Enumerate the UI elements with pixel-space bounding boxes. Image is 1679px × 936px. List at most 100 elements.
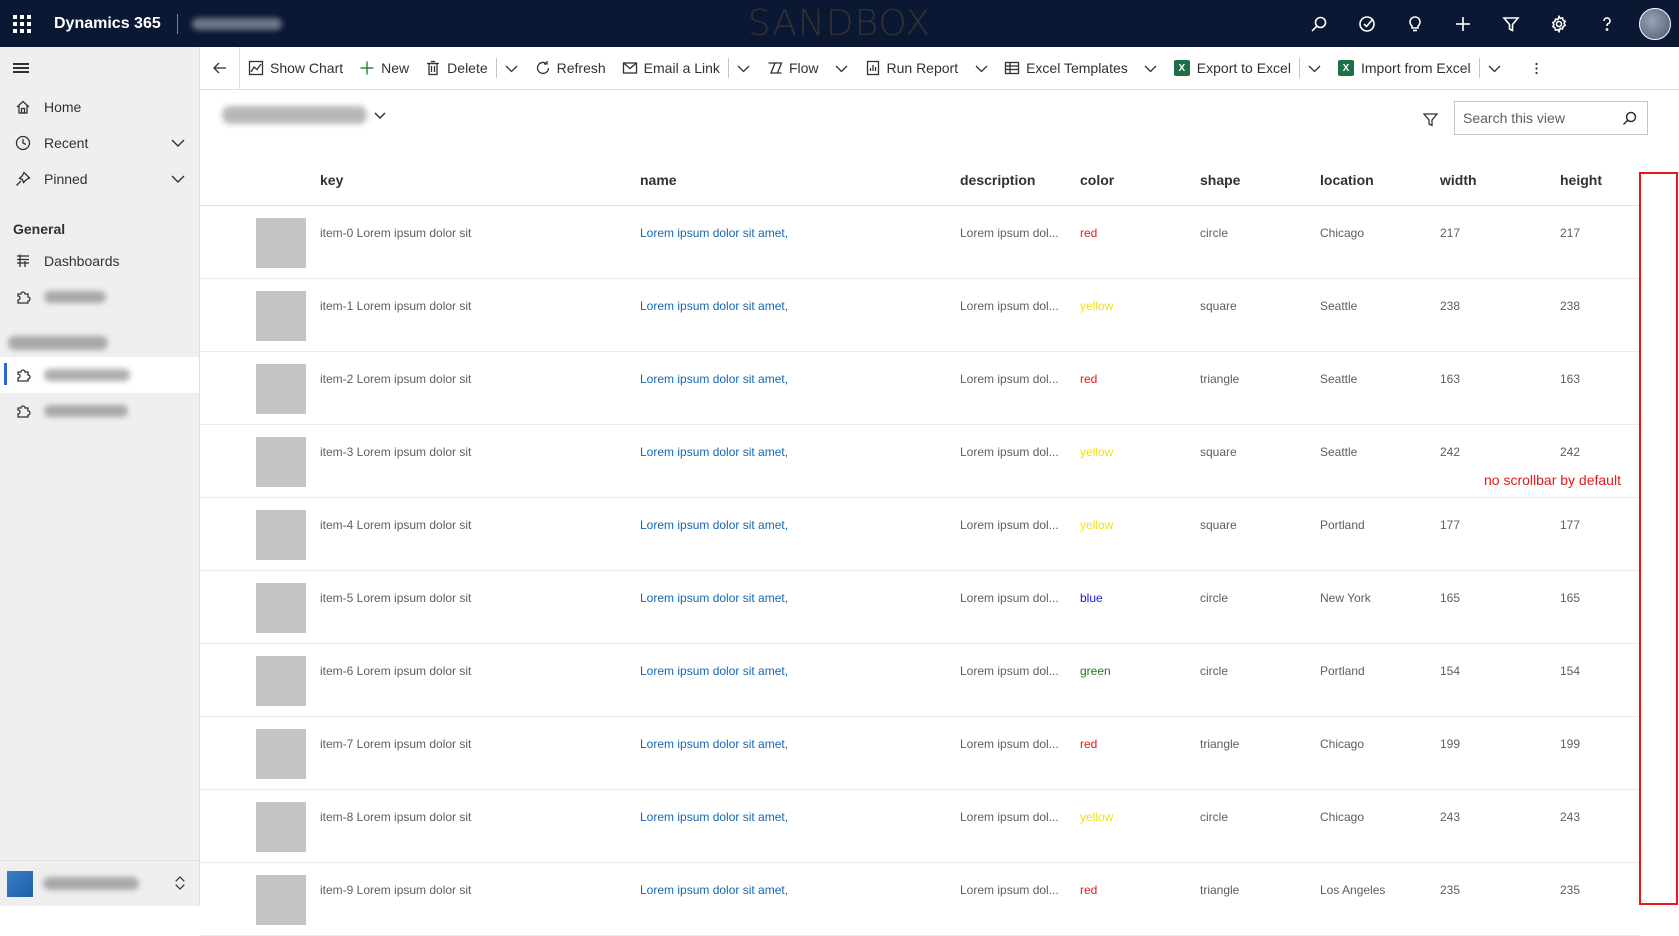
table-row[interactable]: item-0 Lorem ipsum dolor sit Lorem ipsum …	[200, 206, 1640, 279]
plus-icon[interactable]	[1439, 0, 1487, 47]
annotation-text: no scrollbar by default	[1484, 472, 1621, 488]
sidebar-item-home[interactable]: Home	[0, 89, 199, 125]
cell-description: Lorem ipsum dol...	[960, 737, 1059, 751]
chevron-down-icon	[374, 112, 386, 120]
thumbnail-image	[256, 364, 306, 414]
table-row[interactable]: item-6 Lorem ipsum dolor sit Lorem ipsum …	[200, 644, 1640, 717]
refresh-button[interactable]: Refresh	[527, 47, 614, 90]
report-icon	[866, 60, 879, 76]
record-link[interactable]: Lorem ipsum dolor sit amet,	[640, 299, 788, 313]
cell-shape: square	[1200, 445, 1237, 459]
export-excel-dropdown[interactable]	[1300, 47, 1330, 90]
table-row[interactable]: item-3 Lorem ipsum dolor sit Lorem ipsum …	[200, 425, 1640, 498]
area-switcher[interactable]	[0, 860, 200, 906]
table-row[interactable]: item-8 Lorem ipsum dolor sit Lorem ipsum …	[200, 790, 1640, 863]
help-icon[interactable]	[1583, 0, 1631, 47]
app-launcher-button[interactable]	[0, 0, 44, 47]
import-excel-label: Import from Excel	[1360, 60, 1471, 76]
cell-shape: square	[1200, 518, 1237, 532]
table-row[interactable]: item-9 Lorem ipsum dolor sit Lorem ipsum …	[200, 863, 1640, 936]
delete-more-dropdown[interactable]	[497, 47, 527, 90]
record-link[interactable]: Lorem ipsum dolor sit amet,	[640, 664, 788, 678]
email-link-button[interactable]: Email a Link	[614, 47, 728, 90]
record-link[interactable]: Lorem ipsum dolor sit amet,	[640, 372, 788, 386]
cell-width: 163	[1440, 372, 1461, 386]
sidebar-item-redacted-2[interactable]	[0, 393, 199, 429]
cell-width: 243	[1440, 810, 1461, 824]
search-input[interactable]	[1463, 110, 1613, 126]
puzzle-icon	[14, 402, 32, 420]
refresh-label: Refresh	[556, 60, 606, 76]
record-link[interactable]: Lorem ipsum dolor sit amet,	[640, 810, 788, 824]
brand-title[interactable]: Dynamics 365	[44, 13, 178, 34]
column-header-width[interactable]: width	[1440, 146, 1560, 205]
chevron-updown-icon	[174, 875, 186, 896]
chevron-down-icon[interactable]	[171, 136, 185, 150]
gear-icon[interactable]	[1535, 0, 1583, 47]
table-row[interactable]: item-2 Lorem ipsum dolor sit Lorem ipsum …	[200, 352, 1640, 425]
lightbulb-icon[interactable]	[1391, 0, 1439, 47]
column-header-name[interactable]: name	[640, 146, 960, 205]
grid-header: key name description color shape locatio…	[200, 146, 1640, 206]
column-header-color[interactable]: color	[1080, 146, 1200, 205]
email-link-label: Email a Link	[643, 60, 720, 76]
search-icon[interactable]	[1295, 0, 1343, 47]
record-link[interactable]: Lorem ipsum dolor sit amet,	[640, 883, 788, 897]
cell-name: Lorem ipsum dolor sit amet,	[640, 206, 960, 278]
delete-button[interactable]: Delete	[417, 47, 495, 90]
view-selector[interactable]	[222, 106, 387, 124]
search-view-box[interactable]	[1454, 101, 1648, 135]
cell-height: 165	[1560, 591, 1581, 605]
import-excel-button[interactable]: X Import from Excel	[1330, 47, 1479, 90]
email-more-dropdown[interactable]	[729, 47, 759, 90]
cell-name: Lorem ipsum dolor sit amet,	[640, 498, 960, 570]
filter-button[interactable]	[1418, 107, 1442, 131]
sidebar-item-redacted-selected[interactable]	[0, 357, 199, 393]
cell-height: 177	[1560, 518, 1581, 532]
flow-dropdown[interactable]	[827, 47, 857, 90]
record-link[interactable]: Lorem ipsum dolor sit amet,	[640, 226, 788, 240]
import-excel-dropdown[interactable]	[1480, 47, 1510, 90]
table-row[interactable]: item-5 Lorem ipsum dolor sit Lorem ipsum …	[200, 571, 1640, 644]
hamburger-menu-button[interactable]	[0, 47, 199, 89]
export-excel-button[interactable]: X Export to Excel	[1166, 47, 1299, 90]
run-report-button[interactable]: Run Report	[857, 47, 967, 90]
column-header-description[interactable]: description	[960, 146, 1080, 205]
new-button[interactable]: New	[351, 47, 417, 90]
back-button[interactable]	[200, 46, 240, 90]
cell-width: 165	[1440, 591, 1461, 605]
column-header-location[interactable]: location	[1320, 146, 1440, 205]
column-header-height[interactable]: height	[1560, 146, 1640, 205]
cell-name: Lorem ipsum dolor sit amet,	[640, 352, 960, 424]
column-header-key[interactable]: key	[320, 146, 640, 205]
run-report-dropdown[interactable]	[966, 47, 996, 90]
record-link[interactable]: Lorem ipsum dolor sit amet,	[640, 445, 788, 459]
table-row[interactable]: item-7 Lorem ipsum dolor sit Lorem ipsum …	[200, 717, 1640, 790]
cell-name: Lorem ipsum dolor sit amet,	[640, 717, 960, 789]
new-label: New	[381, 60, 410, 76]
more-commands-button[interactable]	[1522, 47, 1552, 90]
sidebar-item-pinned[interactable]: Pinned	[0, 161, 199, 197]
avatar[interactable]	[1631, 0, 1679, 47]
show-chart-button[interactable]: Show Chart	[240, 47, 351, 90]
cell-location: Portland	[1320, 518, 1365, 532]
record-link[interactable]: Lorem ipsum dolor sit amet,	[640, 518, 788, 532]
column-header-shape[interactable]: shape	[1200, 146, 1320, 205]
table-row[interactable]: item-1 Lorem ipsum dolor sit Lorem ipsum …	[200, 279, 1640, 352]
cell-color: blue	[1080, 591, 1103, 605]
flow-button[interactable]: Flow	[759, 47, 827, 90]
chevron-down-icon	[737, 65, 750, 72]
record-link[interactable]: Lorem ipsum dolor sit amet,	[640, 737, 788, 751]
filter-icon[interactable]	[1487, 0, 1535, 47]
sidebar-item-recent[interactable]: Recent	[0, 125, 199, 161]
task-icon[interactable]	[1343, 0, 1391, 47]
record-link[interactable]: Lorem ipsum dolor sit amet,	[640, 591, 788, 605]
app-name-redacted[interactable]	[191, 17, 282, 30]
excel-templates-dropdown[interactable]	[1136, 47, 1166, 90]
chevron-down-icon[interactable]	[171, 172, 185, 186]
sidebar-item-dashboards[interactable]: Dashboards	[0, 243, 199, 279]
excel-templates-button[interactable]: Excel Templates	[996, 47, 1136, 90]
pin-icon	[14, 170, 32, 188]
table-row[interactable]: item-4 Lorem ipsum dolor sit Lorem ipsum …	[200, 498, 1640, 571]
sidebar-item-redacted-1[interactable]	[0, 279, 199, 315]
